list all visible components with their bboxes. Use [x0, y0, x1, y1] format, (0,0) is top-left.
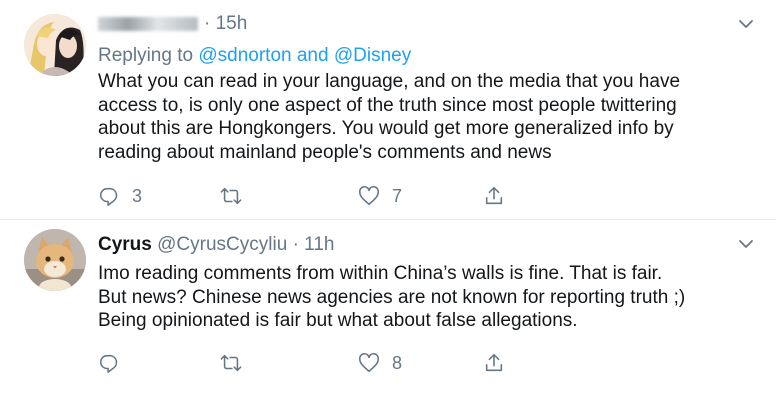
tweet-text-line: about this are Hongkongers. You would ge…	[98, 118, 674, 139]
like-button[interactable]: 8	[358, 350, 402, 376]
chevron-down-icon[interactable]	[738, 16, 754, 32]
tweet-text: What you can read in your language, and …	[98, 70, 768, 164]
retweet-icon	[220, 187, 242, 205]
avatar[interactable]	[24, 14, 86, 76]
reply-button[interactable]	[98, 350, 120, 376]
tweet-reply-2[interactable]: Cyrus @CyrusCycyliu · 11h Imo reading co…	[0, 221, 776, 400]
display-name[interactable]: Cyrus	[98, 234, 152, 255]
like-count: 7	[392, 185, 403, 206]
like-button[interactable]: 7	[358, 183, 402, 209]
tweet-header: · 15h	[98, 12, 247, 36]
share-button[interactable]	[483, 350, 505, 376]
tweet-text-line: What you can read in your language, and …	[98, 71, 681, 92]
separator: ·	[292, 234, 299, 255]
reply-count: 3	[132, 185, 143, 206]
share-button[interactable]	[483, 183, 505, 209]
mention-link-disney[interactable]: @Disney	[334, 45, 411, 66]
replying-to-label: Replying to	[98, 45, 199, 66]
tweet-actions: 3 7	[98, 183, 518, 209]
reply-button[interactable]: 3	[98, 183, 142, 209]
tweet-header: Cyrus @CyrusCycyliu · 11h	[98, 233, 334, 257]
tweet-text-line: reading about mainland people's comments…	[98, 141, 552, 163]
like-icon	[359, 185, 379, 206]
retweet-button[interactable]	[220, 350, 242, 376]
tweet-reply-1[interactable]: · 15h Replying to @sdnorton and @Disney …	[0, 0, 776, 220]
cat-avatar-image	[24, 229, 86, 291]
anime-couple-avatar-image	[24, 14, 86, 76]
user-handle[interactable]: @CyrusCycyliu	[157, 234, 287, 255]
tweet-text: Imo reading comments from within China’s…	[98, 262, 768, 333]
tweet-text-line: But news? Chinese news agencies are not …	[98, 286, 686, 308]
share-icon	[485, 186, 503, 205]
avatar[interactable]	[24, 229, 86, 291]
tweet-text-line: Imo reading comments from within China’s…	[98, 263, 663, 284]
chevron-down-icon[interactable]	[738, 236, 754, 252]
retweet-button[interactable]	[220, 183, 242, 209]
obscured-display-name[interactable]	[98, 16, 198, 31]
tweet-text-line: Being opinionated is fair but what about…	[98, 310, 578, 331]
like-count: 8	[392, 352, 403, 373]
replying-to-line: Replying to @sdnorton and @Disney	[98, 44, 411, 68]
separator: ·	[204, 13, 211, 34]
timestamp[interactable]: 15h	[216, 13, 248, 34]
reply-icon	[99, 187, 118, 206]
tweet-actions: 8	[98, 350, 518, 376]
mention-joiner: and	[291, 45, 334, 66]
mention-link-sdnorton[interactable]: @sdnorton	[198, 45, 291, 66]
timestamp[interactable]: 11h	[304, 234, 334, 255]
like-icon	[359, 352, 379, 373]
retweet-icon	[220, 354, 242, 372]
reply-icon	[99, 354, 118, 373]
tweet-text-line: access to, is only one aspect of the tru…	[98, 94, 677, 116]
share-icon	[485, 353, 503, 372]
